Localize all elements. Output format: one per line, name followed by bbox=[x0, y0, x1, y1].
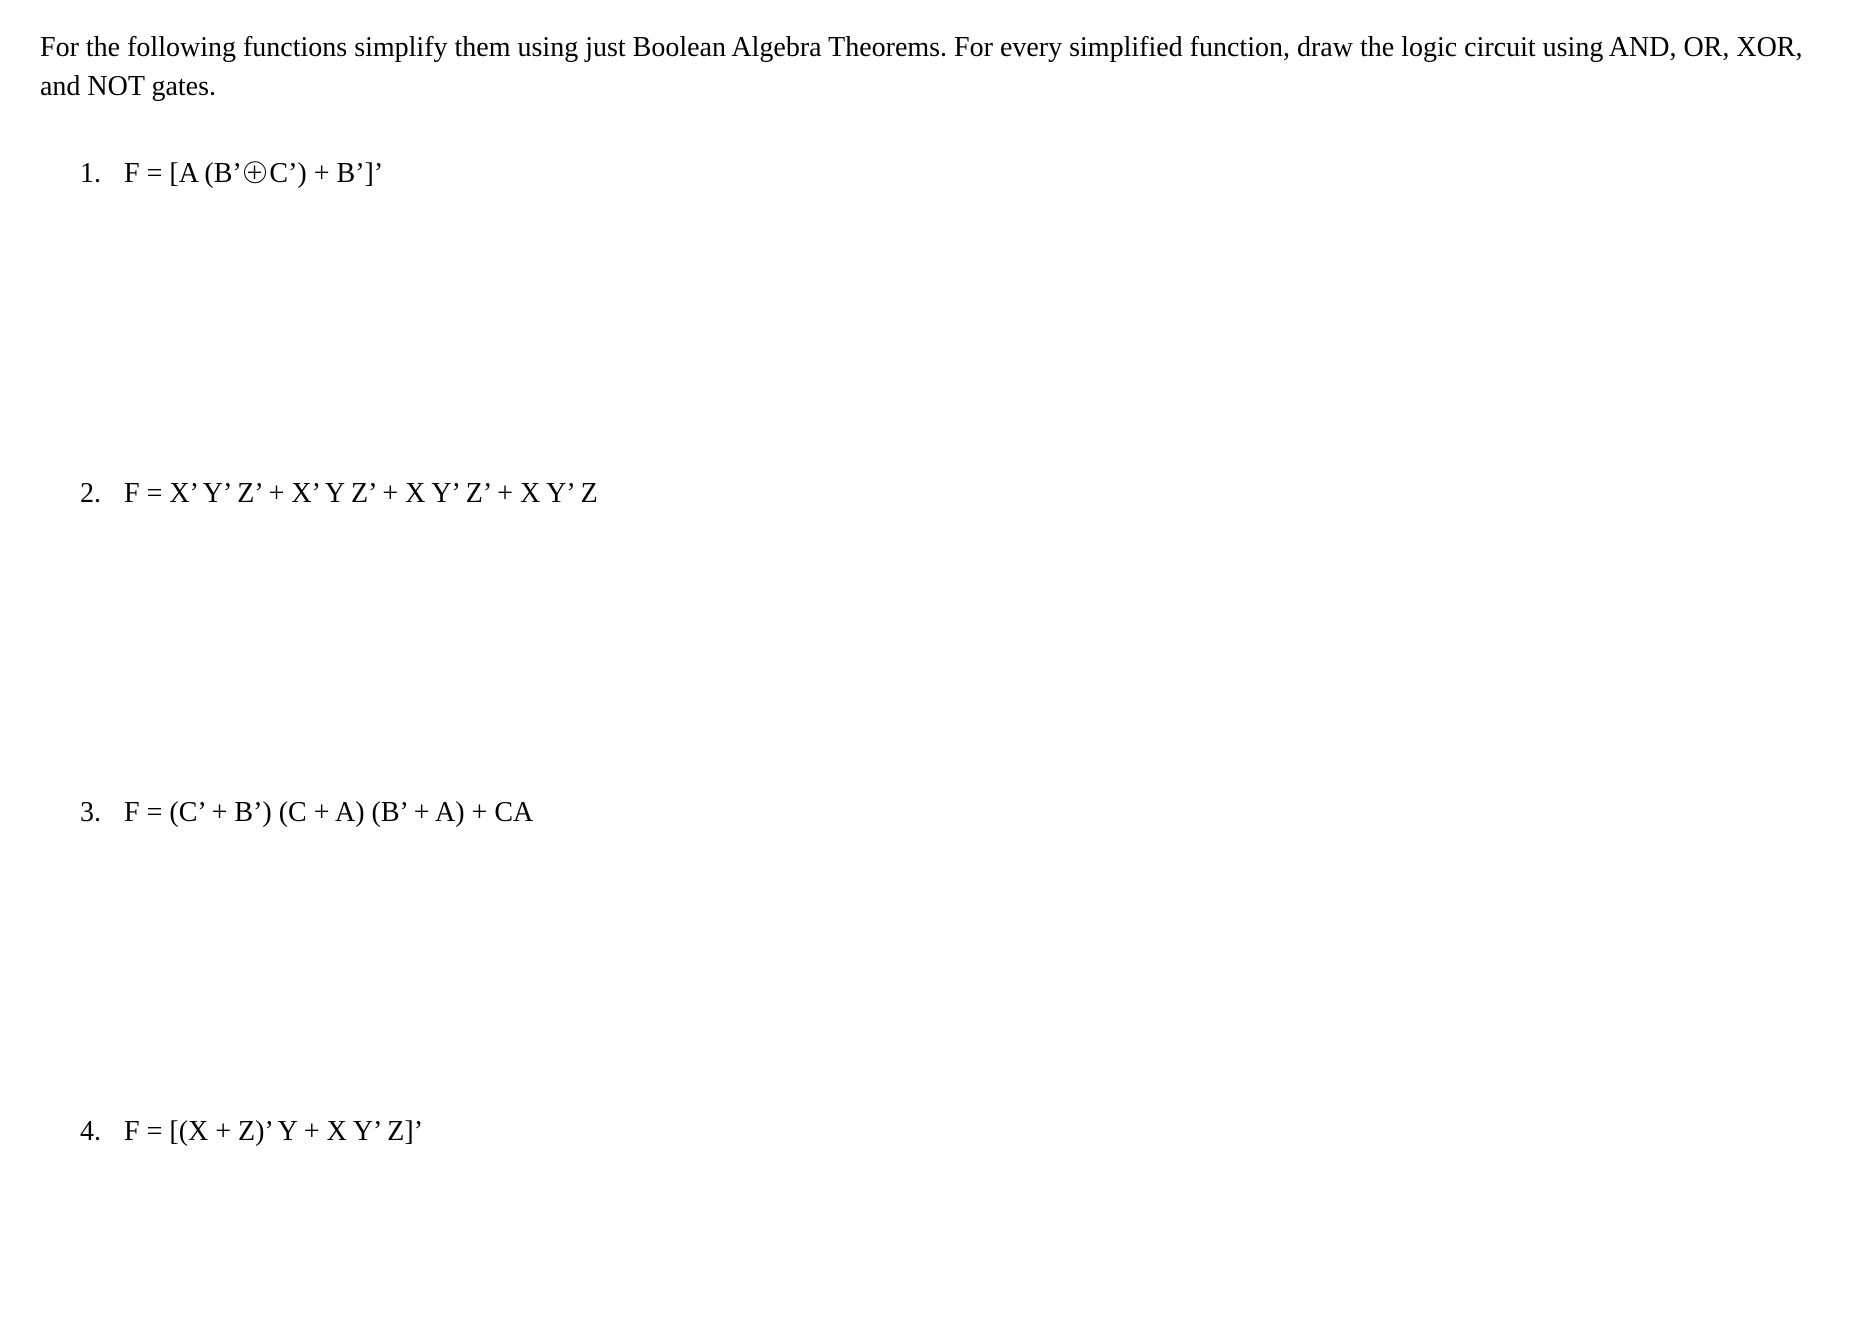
problem-2: 2. F = X’ Y’ Z’ + X’ Y Z’ + X Y’ Z’ + X … bbox=[80, 474, 1830, 513]
problem-number: 4. bbox=[80, 1112, 124, 1151]
problem-3: 3. F = (C’ + B’) (C + A) (B’ + A) + CA bbox=[80, 793, 1830, 832]
instructions: For the following functions simplify the… bbox=[40, 28, 1830, 106]
eq-left: F = [A (B’ bbox=[124, 158, 247, 189]
problem-equation: F = X’ Y’ Z’ + X’ Y Z’ + X Y’ Z’ + X Y’ … bbox=[124, 474, 598, 513]
problem-equation: F = [(X + Z)’ Y + X Y’ Z]’ bbox=[124, 1112, 423, 1151]
eq-right: C’) + B’]’ bbox=[262, 158, 383, 189]
problem-4: 4. F = [(X + Z)’ Y + X Y’ Z]’ bbox=[80, 1112, 1830, 1151]
xor-plus: + bbox=[247, 158, 263, 189]
problem-number: 3. bbox=[80, 793, 124, 832]
problem-equation: F = (C’ + B’) (C + A) (B’ + A) + CA bbox=[124, 793, 533, 832]
problem-number: 1. bbox=[80, 154, 124, 193]
problem-number: 2. bbox=[80, 474, 124, 513]
problem-1: 1. F = [A (B’ + C’) + B’]’ bbox=[80, 154, 1830, 193]
problem-list: 1. F = [A (B’ + C’) + B’]’ 2. F = X’ Y’ … bbox=[40, 154, 1830, 1151]
problem-equation: F = [A (B’ + C’) + B’]’ bbox=[124, 154, 383, 193]
xor-icon: + bbox=[247, 154, 263, 193]
